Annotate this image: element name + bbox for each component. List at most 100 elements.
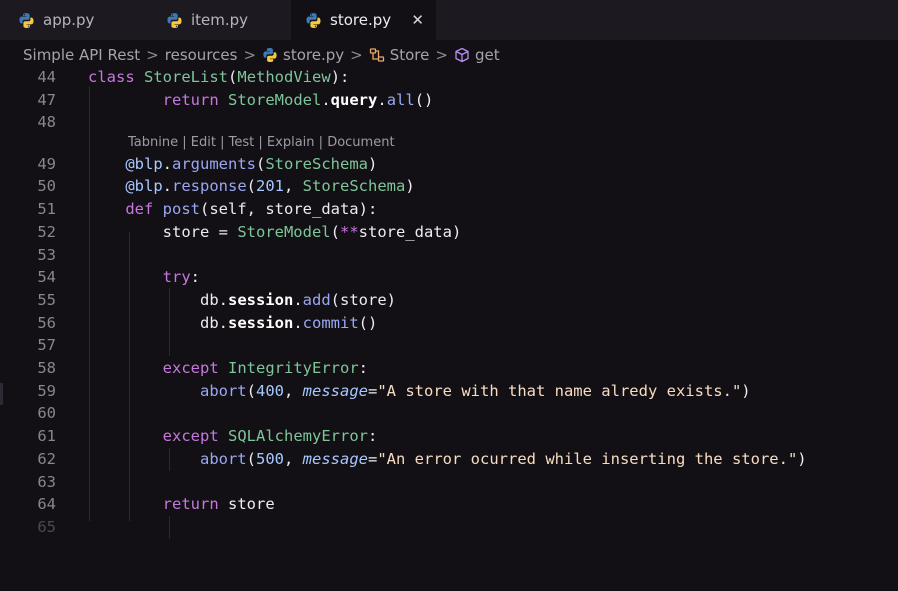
code-token: class xyxy=(88,68,135,86)
code-token: IntegrityError xyxy=(228,359,359,377)
code-token: , xyxy=(284,449,303,468)
code-token: ) xyxy=(368,154,378,173)
indent-guide xyxy=(169,288,170,356)
code-token: ( xyxy=(330,222,340,241)
code-token: session xyxy=(227,313,294,332)
code-token: add xyxy=(302,290,331,309)
class-symbol-icon xyxy=(369,48,384,62)
code-token: ( xyxy=(256,154,266,173)
code-token: except xyxy=(162,359,219,377)
code-token: StoreModel xyxy=(228,90,322,109)
code-token: session xyxy=(227,290,294,309)
code-text: db.session.commit() xyxy=(88,312,377,335)
code-token: : xyxy=(358,359,368,377)
code-token: StoreSchema xyxy=(302,177,406,196)
code-text: @blp.arguments(StoreSchema) xyxy=(88,153,377,176)
breadcrumb-item-method[interactable]: get xyxy=(475,46,500,64)
code-token: try xyxy=(162,268,191,287)
code-token: SQLAlchemyError xyxy=(228,427,368,446)
codelens-tabnine[interactable]: Tabnine xyxy=(128,135,178,150)
code-token: commit xyxy=(302,313,359,332)
code-token: @blp xyxy=(125,177,163,196)
line-number: 48 xyxy=(37,113,56,132)
breadcrumb-separator: > xyxy=(243,46,257,64)
codelens-document[interactable]: Document xyxy=(327,135,394,150)
line-number: 62 xyxy=(37,449,56,468)
code-text: return store xyxy=(88,493,275,516)
code-text: class StoreList(MethodView): xyxy=(88,66,349,89)
code-text: except SQLAlchemyError: xyxy=(88,425,378,448)
line-number: 55 xyxy=(37,290,56,309)
codelens-separator: | xyxy=(258,135,263,150)
breadcrumb-item-file[interactable]: store.py xyxy=(283,46,344,64)
code-text: return StoreModel.query.all() xyxy=(88,89,434,112)
code-token: ** xyxy=(339,222,359,241)
breadcrumb-separator: > xyxy=(435,46,448,64)
code-token: db. xyxy=(88,313,228,332)
code-token: "A store with that name alredy exists." xyxy=(377,381,742,400)
code-token: ( xyxy=(228,68,238,86)
code-token: except xyxy=(162,427,219,446)
python-icon xyxy=(19,12,34,28)
code-token: query xyxy=(330,90,378,109)
code-text: db.session.add(store) xyxy=(88,289,396,312)
code-token: ): xyxy=(330,68,350,86)
breadcrumb-separator: > xyxy=(146,46,159,64)
code-text: abort(500, message="An error ocurred whi… xyxy=(88,448,807,471)
code-token: arguments xyxy=(172,154,256,173)
line-number: 51 xyxy=(37,200,56,219)
breadcrumb-item-folder[interactable]: resources xyxy=(165,46,238,64)
line-number: 64 xyxy=(37,495,56,514)
code-token: store = xyxy=(88,222,238,241)
line-number: 54 xyxy=(37,268,56,287)
line-number: 49 xyxy=(37,154,56,173)
codelens-test[interactable]: Test xyxy=(229,135,255,150)
code-token: ( xyxy=(246,177,256,196)
codelens-explain[interactable]: Explain xyxy=(267,135,315,150)
code-token: abort xyxy=(199,381,247,400)
code-token: @blp xyxy=(125,154,163,173)
code-token: . xyxy=(321,90,331,109)
codelens-edit[interactable]: Edit xyxy=(191,135,216,150)
line-number: 65 xyxy=(37,517,56,536)
code-text: store = StoreModel(**store_data) xyxy=(88,221,462,244)
python-icon xyxy=(306,12,321,28)
code-text: abort(400, message="A store with that na… xyxy=(88,380,751,403)
indent-guide xyxy=(169,516,170,539)
breadcrumb-item-class[interactable]: Store xyxy=(390,46,430,64)
tab-label: app.py xyxy=(43,11,95,29)
tab-item-py[interactable]: item.py xyxy=(148,0,291,40)
line-number: 50 xyxy=(37,177,56,196)
indent-guide xyxy=(89,86,90,521)
code-token: 400 xyxy=(256,381,284,400)
code-token: 500 xyxy=(256,449,284,468)
code-token: . xyxy=(162,177,172,196)
code-token: message xyxy=(302,449,368,468)
code-token: : xyxy=(367,427,378,446)
code-token: store xyxy=(218,495,275,514)
line-number: 57 xyxy=(37,336,56,355)
code-token: = xyxy=(368,449,378,468)
line-number: 60 xyxy=(37,404,56,423)
code-token: response xyxy=(172,177,247,196)
tab-store-py[interactable]: store.py ✕ xyxy=(291,0,436,40)
line-number: 59 xyxy=(37,381,56,400)
tab-app-py[interactable]: app.py xyxy=(0,0,148,40)
code-token: "An error ocurred while inserting the st… xyxy=(377,449,798,468)
breadcrumb-item-project[interactable]: Simple API Rest xyxy=(23,46,140,64)
close-icon[interactable]: ✕ xyxy=(411,11,424,29)
code-token: . xyxy=(377,90,387,109)
code-token: db. xyxy=(88,290,228,309)
code-token: StoreModel xyxy=(237,222,331,241)
code-text: @blp.response(201, StoreSchema) xyxy=(88,175,414,198)
